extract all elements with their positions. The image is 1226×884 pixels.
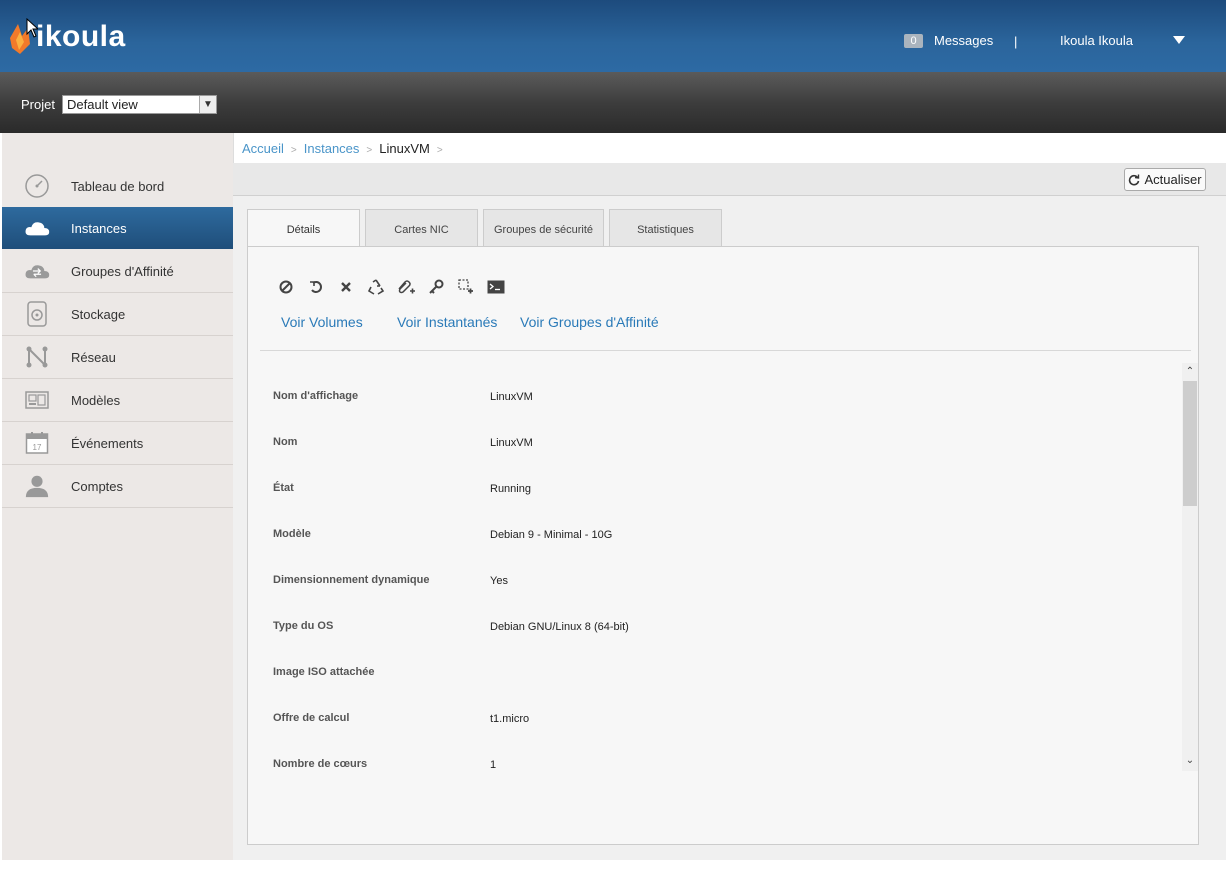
- detail-value: LinuxVM: [490, 437, 533, 449]
- breadcrumb-home[interactable]: Accueil: [242, 141, 284, 156]
- svg-text:17: 17: [33, 443, 42, 452]
- detail-value: Yes: [490, 575, 508, 587]
- sidebar-item-templates[interactable]: Modèles: [2, 379, 233, 422]
- sidebar-item-events[interactable]: 17 Événements: [2, 422, 233, 465]
- logo[interactable]: ikoula: [6, 12, 126, 62]
- scrollbar-thumb[interactable]: [1183, 381, 1197, 506]
- detail-value: t1.micro: [490, 713, 530, 725]
- view-snapshots-link[interactable]: Voir Instantanés: [397, 314, 497, 330]
- sidebar-item-label: Stockage: [71, 306, 126, 322]
- sidebar-item-label: Comptes: [71, 478, 124, 494]
- sidebar-item-affinity-groups[interactable]: Groupes d'Affinité: [2, 250, 233, 293]
- destroy-icon[interactable]: [331, 279, 361, 295]
- calendar-icon: 17: [24, 430, 50, 456]
- sidebar-item-label: Réseau: [71, 349, 116, 365]
- scale-icon[interactable]: [451, 279, 481, 295]
- dashboard-gauge-icon: [24, 173, 50, 199]
- detail-label: Nom d'affichage: [273, 390, 359, 402]
- project-select[interactable]: Default view ▼: [62, 95, 217, 114]
- detail-label: Dimensionnement dynamique: [273, 574, 430, 586]
- disk-icon: [24, 301, 50, 327]
- sidebar-item-instances[interactable]: Instances: [2, 207, 233, 249]
- detail-label: Image ISO attachée: [273, 666, 375, 678]
- reboot-icon[interactable]: [301, 279, 331, 295]
- refresh-label: Actualiser: [1144, 172, 1202, 187]
- detail-label: Nombre de cœurs: [273, 758, 368, 770]
- view-affinity-groups-link[interactable]: Voir Groupes d'Affinité: [520, 314, 659, 330]
- sidebar-item-label: Tableau de bord: [71, 178, 165, 194]
- user-menu-caret-icon[interactable]: [1173, 36, 1185, 44]
- logo-text: ikoula: [36, 20, 126, 53]
- sidebar-item-label: Instances: [71, 220, 127, 236]
- scroll-down-icon[interactable]: ⌄: [1182, 753, 1198, 769]
- project-select-value: Default view: [67, 97, 138, 112]
- sidebar-item-network[interactable]: Réseau: [2, 336, 233, 379]
- tab-statistics[interactable]: Statistiques: [609, 209, 722, 247]
- chevron-down-icon[interactable]: ▼: [199, 96, 216, 113]
- breadcrumb-sep: >: [436, 145, 443, 156]
- toolbar: [233, 163, 1226, 196]
- detail-value: Debian GNU/Linux 8 (64-bit): [490, 621, 629, 633]
- sidebar-item-dashboard[interactable]: Tableau de bord: [2, 165, 233, 208]
- user-menu-name[interactable]: Ikoula Ikoula: [1060, 33, 1133, 48]
- tab-nic-cards[interactable]: Cartes NIC: [365, 209, 478, 247]
- detail-label: Nom: [273, 436, 298, 448]
- breadcrumb-sep: >: [366, 145, 373, 156]
- network-icon: [24, 344, 50, 370]
- divider: [260, 350, 1191, 351]
- top-header: ikoula 0 Messages | Ikoula Ikoula: [0, 0, 1226, 72]
- detail-label: Type du OS: [273, 620, 334, 632]
- sidebar-item-label: Événements: [71, 435, 144, 451]
- sidebar-item-label: Groupes d'Affinité: [71, 263, 174, 279]
- tab-security-groups[interactable]: Groupes de sécurité: [483, 209, 604, 247]
- breadcrumb-sep: >: [290, 145, 297, 156]
- detail-label: Offre de calcul: [273, 712, 350, 724]
- messages-link[interactable]: Messages: [934, 33, 993, 48]
- mouse-cursor-icon: [26, 18, 38, 38]
- refresh-button[interactable]: Actualiser: [1124, 168, 1206, 191]
- templates-icon: [24, 387, 50, 413]
- details-panel: [247, 246, 1199, 845]
- breadcrumb: Accueil > Instances > LinuxVM >: [242, 141, 450, 156]
- scroll-up-icon[interactable]: ⌃: [1182, 364, 1198, 380]
- cloud-sync-icon: [24, 258, 50, 284]
- sidebar: Tableau de bord Instances Groupes d'Affi…: [2, 133, 234, 860]
- header-separator: |: [1014, 34, 1018, 49]
- view-volumes-link[interactable]: Voir Volumes: [281, 314, 363, 330]
- breadcrumb-instances[interactable]: Instances: [304, 141, 360, 156]
- detail-value: LinuxVM: [490, 391, 533, 403]
- tab-details[interactable]: Détails: [247, 209, 360, 248]
- recycle-icon[interactable]: [361, 279, 391, 295]
- detail-label: Modèle: [273, 528, 311, 540]
- sidebar-item-accounts[interactable]: Comptes: [2, 465, 233, 508]
- cloud-icon: [24, 215, 50, 241]
- detail-value: 1: [490, 759, 497, 771]
- sidebar-item-storage[interactable]: Stockage: [2, 293, 233, 336]
- project-label: Projet: [21, 97, 55, 112]
- reset-password-icon[interactable]: [421, 279, 451, 295]
- breadcrumb-current: LinuxVM: [379, 141, 430, 156]
- attach-iso-icon[interactable]: [391, 279, 421, 295]
- user-icon: [24, 473, 50, 499]
- detail-value: Debian 9 - Minimal - 10G: [490, 529, 613, 541]
- detail-value: Running: [490, 483, 531, 495]
- refresh-icon: [1129, 174, 1140, 185]
- detail-label: État: [273, 482, 294, 494]
- sidebar-item-label: Modèles: [71, 392, 121, 408]
- stop-icon[interactable]: [271, 279, 301, 295]
- messages-count-badge[interactable]: 0: [904, 34, 923, 48]
- console-icon[interactable]: [481, 279, 511, 295]
- action-bar: [271, 279, 511, 295]
